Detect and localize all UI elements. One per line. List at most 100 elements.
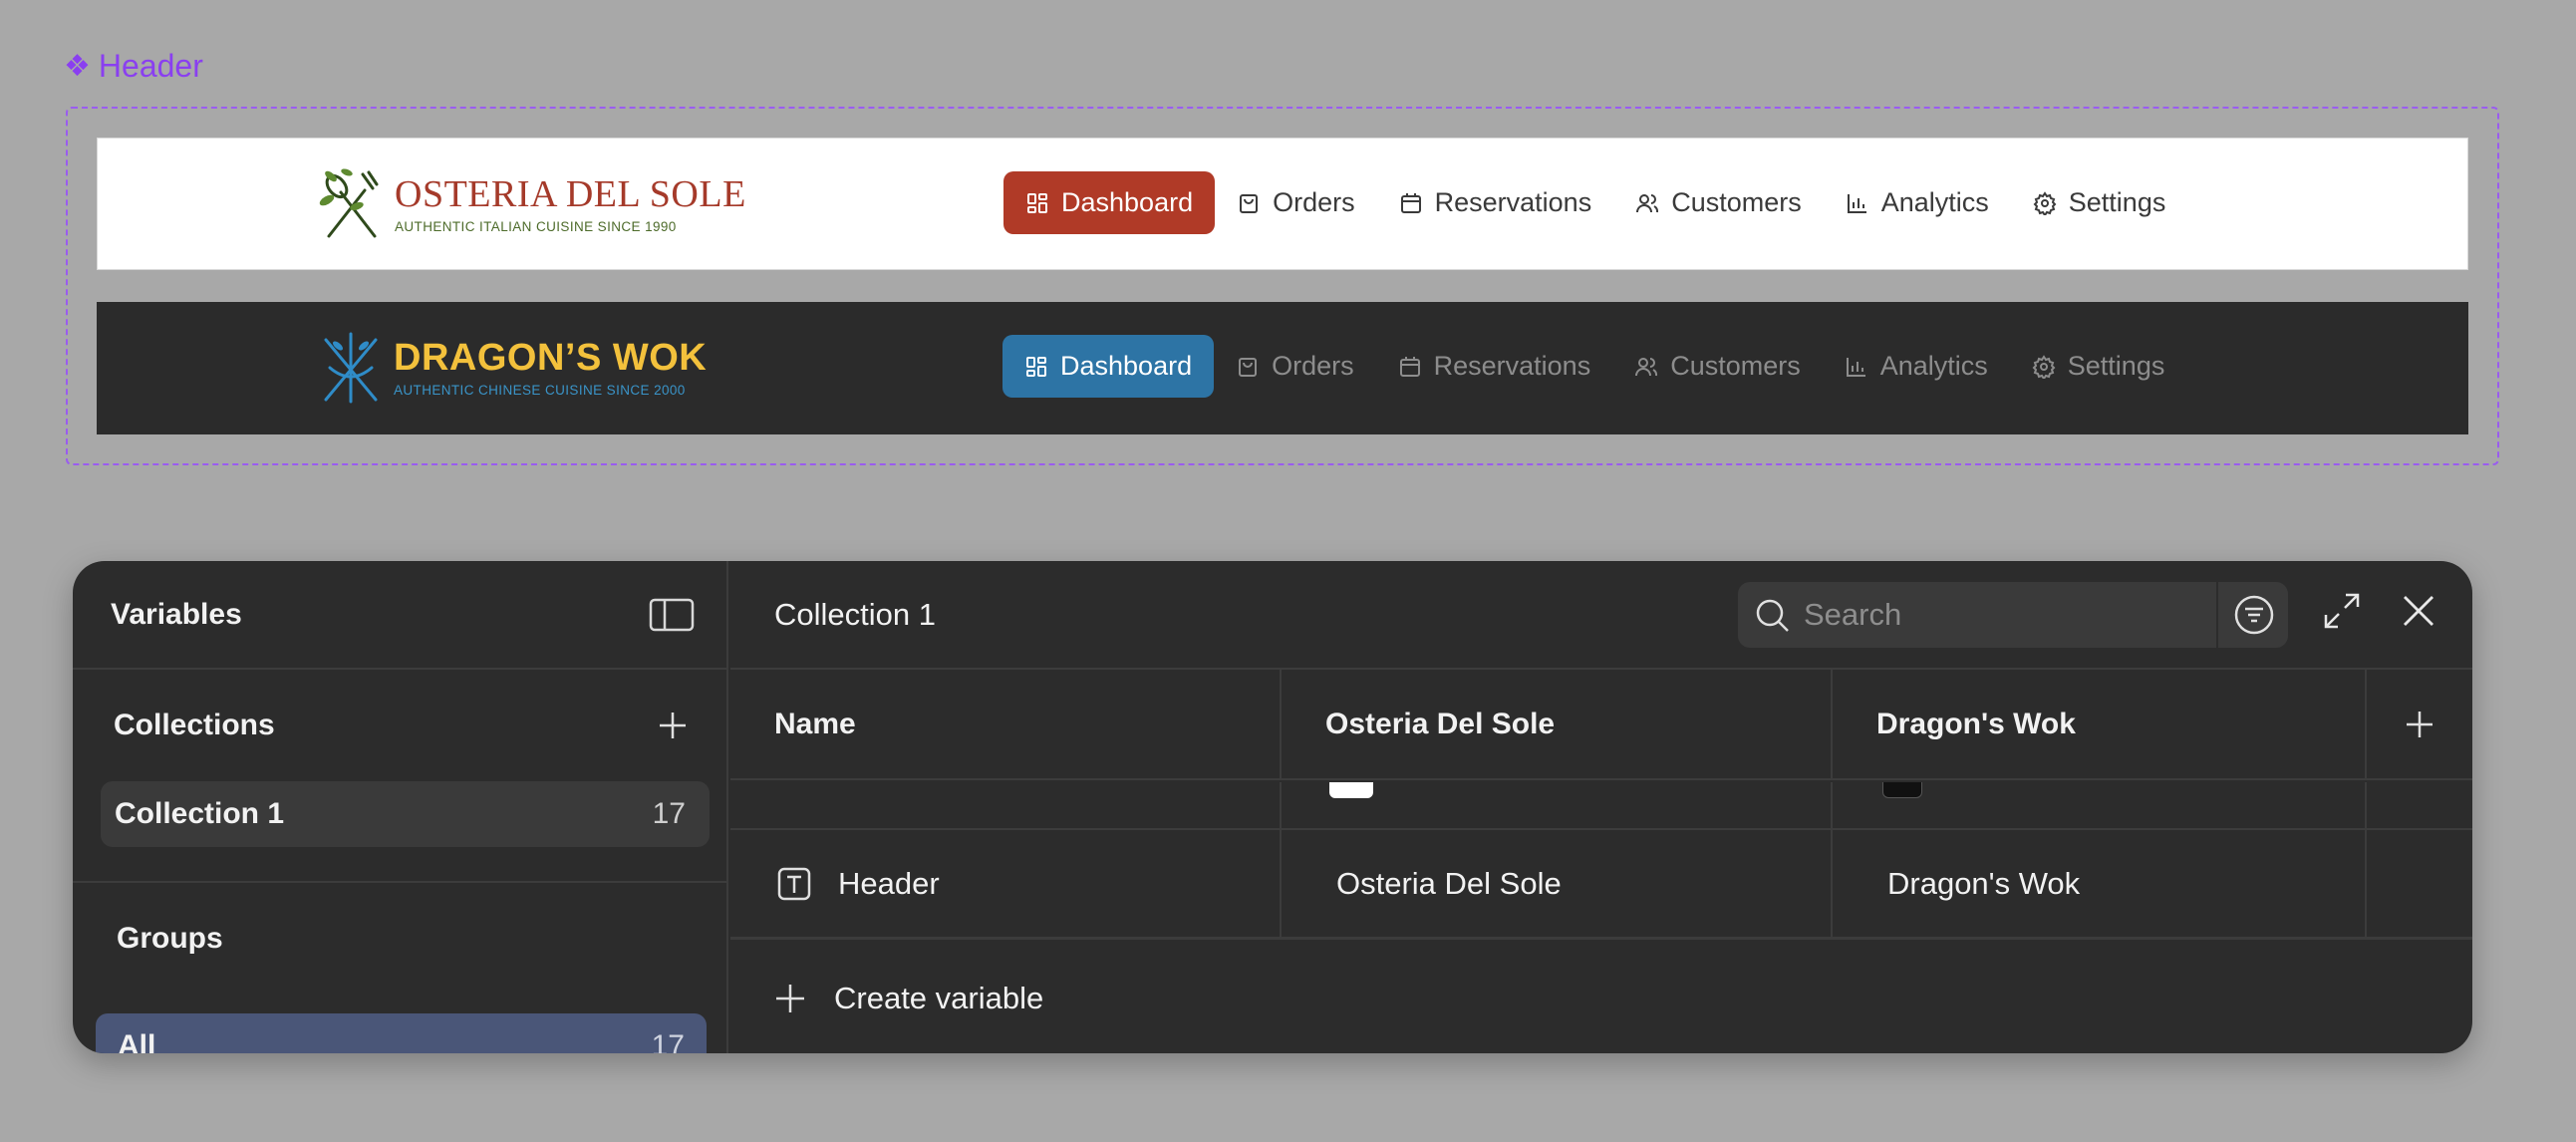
table-cell — [730, 782, 1282, 828]
nav-label: Analytics — [1879, 351, 1988, 381]
gear-icon — [2033, 190, 2057, 215]
table-header: Name Osteria Del Sole Dragon's Wok — [730, 670, 2472, 780]
panel-title: Variables — [111, 597, 242, 631]
calendar-icon — [1399, 356, 1420, 377]
logo-tagline: AUTHENTIC ITALIAN CUISINE SINCE 1990 — [395, 218, 677, 234]
nav-item-dashboard[interactable]: Dashboard — [1002, 335, 1215, 398]
column-header-name: Name — [730, 670, 1282, 778]
close-icon[interactable] — [2401, 593, 2436, 629]
variable-value-cell[interactable]: Dragon's Wok — [1833, 830, 2367, 937]
component-diamond-icon: ❖ — [64, 49, 91, 83]
add-collection-button[interactable] — [657, 710, 689, 741]
sidebar-header: Variables — [73, 561, 726, 670]
sidebar-toggle-icon[interactable] — [649, 597, 695, 633]
color-swatch — [1329, 782, 1373, 798]
header-variant-light[interactable]: OSTERIA DEL SOLE AUTHENTIC ITALIAN CUISI… — [97, 138, 2468, 270]
users-icon — [1636, 193, 1659, 212]
search-input[interactable] — [1804, 597, 2182, 633]
nav-label: Customers — [1670, 351, 1801, 381]
nav-label: Orders — [1272, 351, 1354, 381]
nav-label: Settings — [2068, 187, 2166, 217]
nav-item-analytics[interactable]: Analytics — [1824, 171, 2011, 234]
column-header-mode-a[interactable]: Osteria Del Sole — [1282, 670, 1833, 778]
collection-title: Collection 1 — [774, 596, 936, 632]
groups-header: Groups — [73, 883, 726, 995]
logo-name: DRAGON’S WOK — [394, 336, 708, 379]
bag-icon — [1239, 357, 1258, 377]
nav-label: Customers — [1671, 187, 1802, 217]
collection-label: Collection 1 — [115, 797, 285, 830]
nav-item-dashboard[interactable]: Dashboard — [1003, 171, 1216, 234]
variables-panel: Variables Collections Collection 1 17 Gr… — [73, 561, 2472, 1053]
collections-title: Collections — [114, 709, 275, 741]
color-swatch — [1882, 782, 1922, 798]
nav-label: Orders — [1273, 187, 1355, 217]
nav-item-customers[interactable]: Customers — [1613, 171, 1824, 234]
plus-icon — [776, 984, 804, 1012]
calendar-icon — [1400, 192, 1421, 213]
nav-item-settings[interactable]: Settings — [2010, 335, 2187, 398]
gear-icon — [2032, 354, 2056, 379]
nav-bar: Dashboard Orders Reservations Customers … — [1002, 335, 2186, 398]
chart-icon — [1847, 193, 1866, 213]
group-item-all[interactable]: All 17 — [96, 1013, 707, 1053]
variable-name: Header — [838, 865, 940, 901]
plus-icon — [2407, 711, 2433, 737]
nav-item-settings[interactable]: Settings — [2011, 171, 2188, 234]
logo: OSTERIA DEL SOLE AUTHENTIC ITALIAN CUISI… — [317, 166, 746, 242]
main-header: Collection 1 — [730, 561, 2472, 670]
nav-label: Dashboard — [1061, 187, 1194, 217]
component-label[interactable]: ❖ Header — [64, 48, 203, 85]
table-row[interactable]: Header Osteria Del Sole Dragon's Wok — [730, 830, 2472, 940]
nav-item-orders[interactable]: Orders — [1215, 171, 1377, 234]
collection-count: 17 — [652, 797, 686, 830]
variables-main: Collection 1 Name Osteria Del Sole Drago… — [730, 561, 2472, 1053]
grid-icon — [1026, 356, 1046, 377]
groups-title: Groups — [117, 922, 223, 955]
nav-label: Dashboard — [1060, 351, 1193, 381]
chart-icon — [1846, 357, 1865, 377]
users-icon — [1635, 357, 1658, 376]
component-name: Header — [98, 48, 203, 84]
add-mode-button[interactable] — [2367, 670, 2472, 778]
grid-icon — [1027, 192, 1047, 213]
text-type-icon — [777, 867, 811, 900]
nav-item-reservations[interactable]: Reservations — [1377, 171, 1614, 234]
filter-icon[interactable] — [2233, 594, 2275, 636]
nav-item-customers[interactable]: Customers — [1612, 335, 1823, 398]
nav-item-analytics[interactable]: Analytics — [1823, 335, 2010, 398]
logo-tagline: AUTHENTIC CHINESE CUISINE SINCE 2000 — [394, 382, 686, 398]
table-row-partial — [730, 782, 2472, 830]
nav-label: Settings — [2067, 351, 2165, 381]
expand-icon[interactable] — [2322, 591, 2362, 631]
create-variable-button[interactable]: Create variable — [730, 943, 2472, 1053]
header-variant-dark[interactable]: DRAGON’S WOK AUTHENTIC CHINESE CUISINE S… — [97, 302, 2468, 434]
column-header-mode-b[interactable]: Dragon's Wok — [1833, 670, 2367, 778]
bag-icon — [1240, 193, 1259, 213]
collection-item[interactable]: Collection 1 17 — [101, 781, 710, 847]
search-icon — [1756, 599, 1789, 632]
collections-header: Collections — [73, 670, 726, 781]
nav-label: Analytics — [1880, 187, 1989, 217]
nav-item-orders[interactable]: Orders — [1214, 335, 1376, 398]
column-label: Dragon's Wok — [1876, 707, 2076, 740]
variable-value: Osteria Del Sole — [1336, 865, 1562, 901]
variable-value: Dragon's Wok — [1887, 865, 2081, 901]
nav-item-reservations[interactable]: Reservations — [1376, 335, 1613, 398]
group-count: 17 — [651, 1029, 685, 1053]
column-label: Osteria Del Sole — [1325, 707, 1556, 740]
nav-label: Reservations — [1434, 187, 1592, 217]
nav-bar: Dashboard Orders Reservations Customers … — [1003, 171, 2187, 234]
search-box — [1738, 582, 2288, 648]
table-cell — [1282, 782, 1833, 828]
table-cell — [1833, 782, 2367, 828]
logo-name: OSTERIA DEL SOLE — [395, 172, 746, 215]
logo: DRAGON’S WOK AUTHENTIC CHINESE CUISINE S… — [316, 330, 707, 406]
create-variable-label: Create variable — [834, 980, 1044, 1015]
group-label: All — [118, 1029, 156, 1053]
column-label: Name — [774, 707, 856, 740]
variable-name-cell[interactable]: Header — [730, 830, 1282, 937]
variable-value-cell[interactable]: Osteria Del Sole — [1282, 830, 1833, 937]
divider — [2216, 582, 2218, 648]
fork-spoon-leaf-icon — [319, 168, 379, 238]
